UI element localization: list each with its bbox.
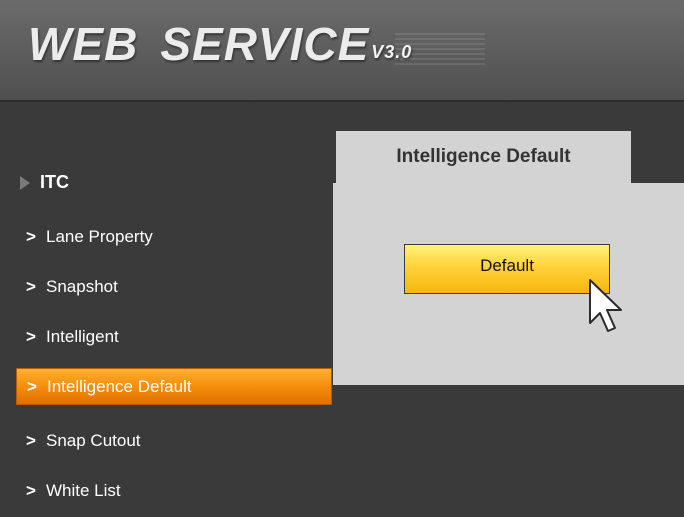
sidebar-section-label: ITC [40, 172, 69, 192]
sidebar-item-label: White List [46, 480, 121, 500]
sidebar-item-intelligence-default[interactable]: > Intelligence Default [16, 368, 332, 405]
logo-text-service: SERVICE [160, 18, 370, 70]
sidebar-item-label: Lane Property [46, 226, 153, 246]
app-logo: WEB SERVICE V3.0 [28, 14, 412, 84]
tab-label: Intelligence Default [396, 146, 571, 167]
sidebar-section-itc[interactable]: ITC [20, 172, 69, 193]
chevron-right-icon: > [26, 226, 36, 246]
logo-text-web: WEB [28, 18, 139, 70]
chevron-right-icon: > [26, 430, 36, 450]
sidebar-item-label: Intelligent [46, 326, 119, 346]
sidebar-item-snap-cutout[interactable]: > Snap Cutout [16, 424, 332, 457]
logo-version: V3.0 [371, 42, 413, 62]
header-bar: WEB SERVICE V3.0 [0, 0, 684, 102]
sidebar-item-label: Snapshot [46, 276, 118, 296]
chevron-right-icon: > [26, 480, 36, 500]
sidebar-item-label: Intelligence Default [47, 376, 192, 396]
sidebar-item-intelligent[interactable]: > Intelligent [16, 320, 332, 353]
default-button-label: Default [480, 256, 534, 275]
sidebar-item-label: Snap Cutout [46, 430, 141, 450]
chevron-right-icon: > [26, 276, 36, 296]
chevron-right-icon: > [26, 326, 36, 346]
default-button[interactable]: Default [404, 244, 610, 294]
mouse-pointer-icon [589, 279, 622, 332]
sidebar-item-lane-property[interactable]: > Lane Property [16, 220, 332, 253]
tab-intelligence-default[interactable]: Intelligence Default [336, 131, 631, 183]
sidebar-item-snapshot[interactable]: > Snapshot [16, 270, 332, 303]
chevron-right-icon: > [27, 376, 37, 396]
sidebar-item-white-list[interactable]: > White List [16, 474, 332, 507]
expand-triangle-icon [20, 175, 30, 190]
